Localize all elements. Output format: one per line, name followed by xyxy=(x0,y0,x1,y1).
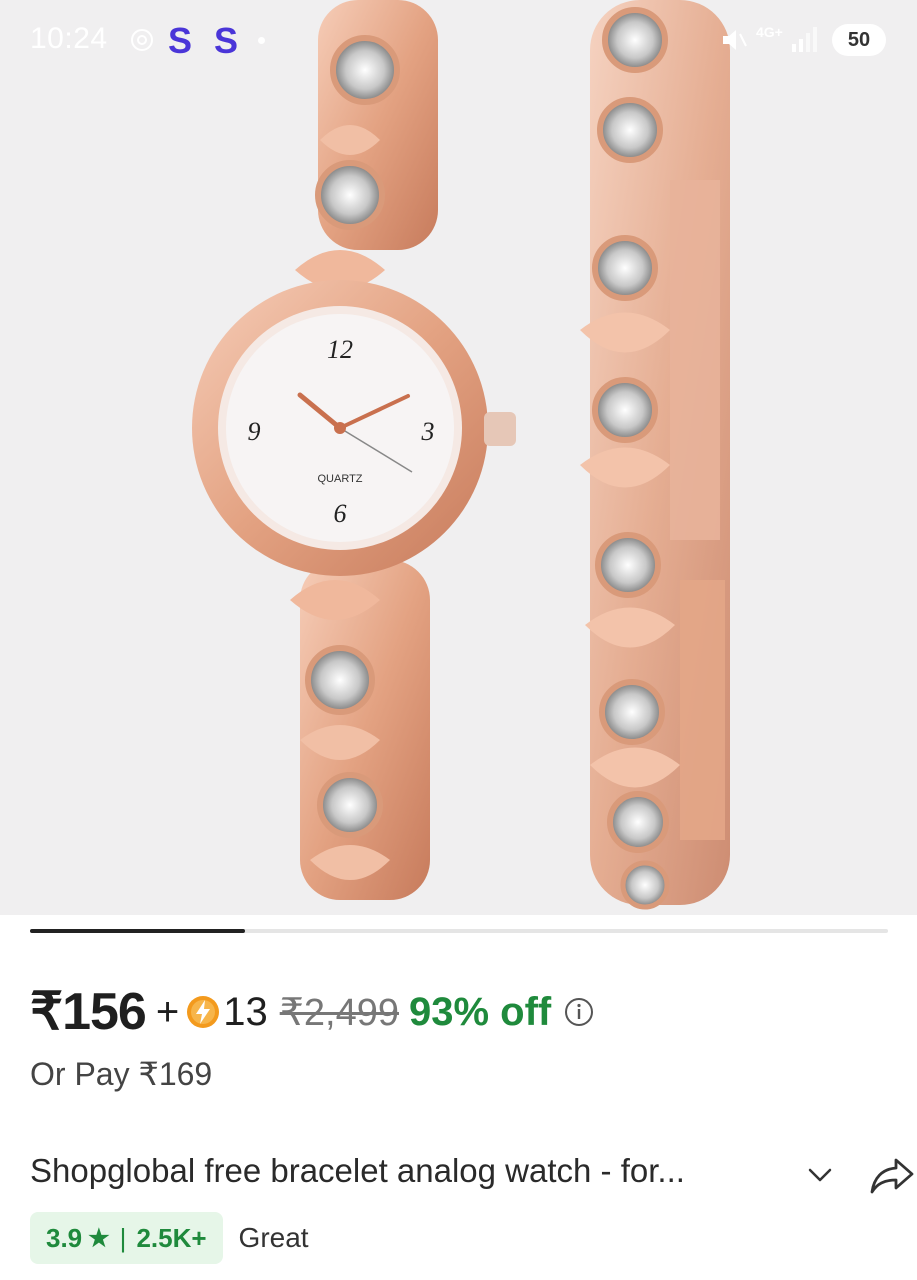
star-icon: ★ xyxy=(88,1224,110,1252)
mrp-price: ₹2,499 xyxy=(279,991,399,1034)
status-time: 10:24 xyxy=(30,22,108,55)
status-app-indicator: S S xyxy=(168,20,245,61)
rating-separator: | xyxy=(119,1222,127,1253)
product-image[interactable]: 12 3 6 9 QUARTZ xyxy=(0,0,917,915)
product-title-row[interactable]: Shopglobal free bracelet analog watch - … xyxy=(30,1152,914,1196)
rating-score: 3.9 xyxy=(46,1222,83,1253)
dial-3: 3 xyxy=(421,417,435,446)
share-icon[interactable] xyxy=(868,1154,916,1196)
rating-count: 2.5K+ xyxy=(136,1222,207,1253)
status-dot xyxy=(258,37,265,44)
rating-row: 3.9 ★ | 2.5K+ Great xyxy=(30,1212,309,1264)
chevron-down-icon[interactable] xyxy=(805,1160,835,1190)
info-icon[interactable] xyxy=(563,996,595,1028)
gallery-progress-track xyxy=(30,929,888,933)
price-row: ₹156 + 13 ₹2,499 93% off xyxy=(30,982,595,1042)
rating-label: Great xyxy=(238,1222,309,1253)
chrome-icon xyxy=(131,29,153,51)
discount-percent: 93% off xyxy=(408,989,552,1034)
dial-12: 12 xyxy=(327,335,353,364)
dial-9: 9 xyxy=(248,417,261,446)
rating-badge[interactable]: 3.9 ★ | 2.5K+ xyxy=(30,1212,223,1264)
selling-price: ₹156 xyxy=(30,983,147,1041)
coin-amount: 13 xyxy=(223,989,268,1034)
network-type: 4G+ xyxy=(756,24,783,40)
heart-bracelet xyxy=(580,0,730,910)
status-bar: 10:24 S S 4G+ 50 xyxy=(0,0,917,80)
product-title[interactable]: Shopglobal free bracelet analog watch - … xyxy=(30,1152,685,1190)
mute-icon xyxy=(723,30,747,50)
bolt-coin-icon xyxy=(187,996,220,1028)
dial-brand: QUARTZ xyxy=(317,473,362,485)
watch-case: 12 3 6 9 QUARTZ xyxy=(192,280,516,576)
battery-indicator: 50 xyxy=(832,24,886,56)
price-plus: + xyxy=(155,989,180,1034)
alternate-price: Or Pay ₹169 xyxy=(30,1056,213,1092)
signal-icon xyxy=(792,27,817,52)
dial-6: 6 xyxy=(334,499,347,528)
product-image-gallery[interactable]: 12 3 6 9 QUARTZ 10:24 S S 4G+ 50 xyxy=(0,0,917,915)
gallery-progress-fill xyxy=(30,929,245,933)
